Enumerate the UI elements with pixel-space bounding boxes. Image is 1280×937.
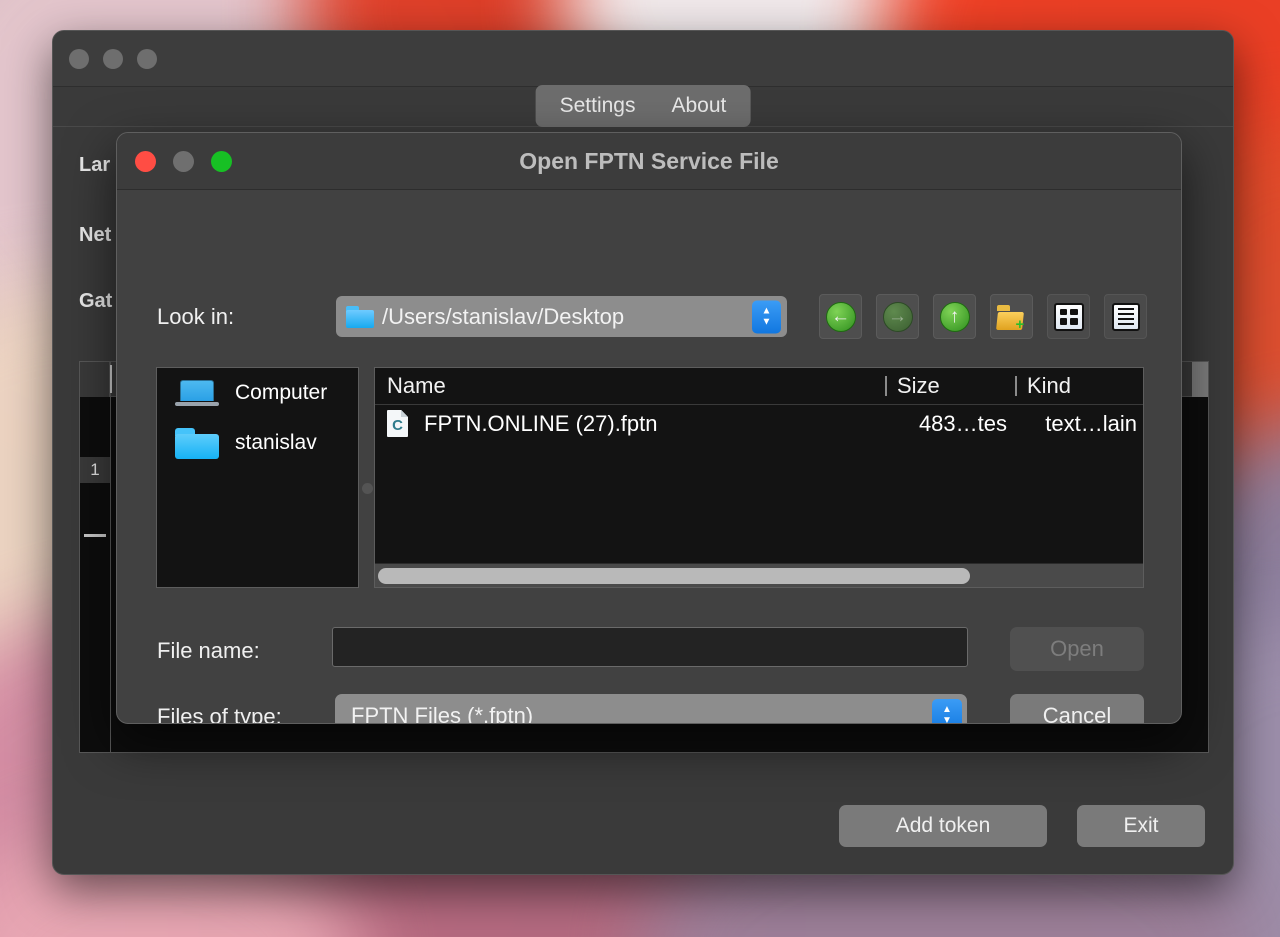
detail-view-button[interactable] — [1104, 294, 1147, 339]
chevron-updown-icon[interactable]: ▲ ▼ — [932, 698, 962, 723]
table-row-separator — [84, 534, 106, 537]
cancel-button[interactable]: Cancel — [1010, 694, 1144, 723]
app-close-button[interactable] — [69, 48, 89, 69]
back-arrow-icon: ← — [825, 301, 856, 332]
table-header-cursor — [110, 365, 112, 393]
file-kind-cell: text…lain — [1045, 410, 1137, 436]
new-folder-icon: + — [995, 304, 1027, 332]
file-list-view[interactable]: Name Size Kind C FPTN.ONLINE (27).fptn 4… — [374, 367, 1144, 588]
app-footer-buttons: Add token Exit — [839, 805, 1205, 847]
new-folder-button[interactable]: + — [990, 294, 1033, 339]
parent-directory-button[interactable]: ↑ — [933, 294, 976, 339]
files-of-type-combobox[interactable]: FPTN Files (*.fptn) ▲ ▼ — [335, 694, 967, 724]
table-column-divider — [110, 362, 111, 752]
dialog-minimize-button[interactable] — [173, 150, 194, 172]
app-window-titlebar — [53, 31, 1233, 87]
dialog-titlebar: Open FPTN Service File — [117, 133, 1181, 190]
add-token-button[interactable]: Add token — [839, 805, 1047, 847]
look-in-combobox[interactable]: /Users/stanislav/Desktop ▲ ▼ — [336, 296, 787, 337]
chevron-updown-icon[interactable]: ▲ ▼ — [752, 300, 781, 333]
table-row-header: 1 — [80, 457, 110, 483]
tab-about[interactable]: About — [654, 88, 745, 124]
file-name-cell: C FPTN.ONLINE (27).fptn — [375, 410, 885, 437]
dialog-title: Open FPTN Service File — [519, 147, 779, 174]
app-tab-bar: Settings About — [53, 85, 1233, 127]
icon-view-button[interactable] — [1047, 294, 1090, 339]
up-arrow-icon: ↑ — [939, 301, 970, 332]
file-size-cell: 483…tes — [918, 410, 1007, 436]
file-name-text: FPTN.ONLINE (27).fptn — [424, 410, 658, 436]
column-header-kind[interactable]: Kind — [1015, 373, 1143, 399]
file-name-input[interactable] — [332, 627, 968, 667]
form-label-gateway: Gat — [79, 290, 113, 312]
places-sidebar[interactable]: Computer stanislav — [156, 367, 359, 588]
sidebar-splitter-handle[interactable] — [362, 483, 373, 494]
scrollbar-thumb[interactable] — [378, 567, 970, 584]
look-in-label: Look in: — [157, 304, 235, 329]
tab-settings[interactable]: Settings — [542, 88, 654, 124]
folder-icon — [175, 427, 219, 459]
dialog-body: Look in: /Users/stanislav/Desktop ▲ ▼ ← →… — [117, 190, 1181, 724]
sidebar-item-label: Computer — [235, 381, 328, 404]
exit-button[interactable]: Exit — [1077, 805, 1205, 847]
sidebar-item-stanislav[interactable]: stanislav — [157, 418, 358, 468]
forward-button[interactable]: → — [876, 294, 919, 339]
dialog-maximize-button[interactable] — [211, 150, 232, 172]
form-label-language: Lar — [79, 154, 111, 176]
file-list-header: Name Size Kind — [375, 368, 1143, 405]
tab-group: Settings About — [535, 85, 751, 127]
back-button[interactable]: ← — [819, 294, 862, 339]
open-file-dialog: Open FPTN Service File Look in: /Users/s… — [116, 132, 1182, 724]
app-minimize-button[interactable] — [103, 48, 123, 69]
computer-icon — [175, 378, 219, 408]
sidebar-item-computer[interactable]: Computer — [157, 368, 358, 418]
table-vertical-scrollbar[interactable] — [1192, 362, 1208, 397]
file-list-horizontal-scrollbar[interactable] — [375, 563, 1143, 587]
dialog-close-button[interactable] — [135, 150, 156, 172]
column-header-name[interactable]: Name — [375, 373, 885, 399]
column-header-size[interactable]: Size — [885, 373, 1015, 399]
document-c-icon: C — [387, 410, 408, 437]
open-button[interactable]: Open — [1010, 627, 1144, 671]
look-in-path-value: /Users/stanislav/Desktop — [382, 303, 625, 329]
file-list-row[interactable]: C FPTN.ONLINE (27).fptn 483…tes text…lai… — [375, 405, 1143, 442]
forward-arrow-icon: → — [882, 301, 913, 332]
folder-icon — [346, 305, 374, 328]
form-label-network: Net — [79, 224, 112, 246]
files-of-type-label: Files of type: — [157, 704, 282, 724]
app-maximize-button[interactable] — [137, 48, 157, 69]
file-name-label: File name: — [157, 638, 260, 663]
sidebar-item-label: stanislav — [235, 431, 317, 454]
table-corner-header — [80, 362, 110, 397]
list-view-icon — [1111, 302, 1140, 331]
files-of-type-value: FPTN Files (*.fptn) — [351, 702, 534, 724]
grid-view-icon — [1053, 302, 1084, 331]
